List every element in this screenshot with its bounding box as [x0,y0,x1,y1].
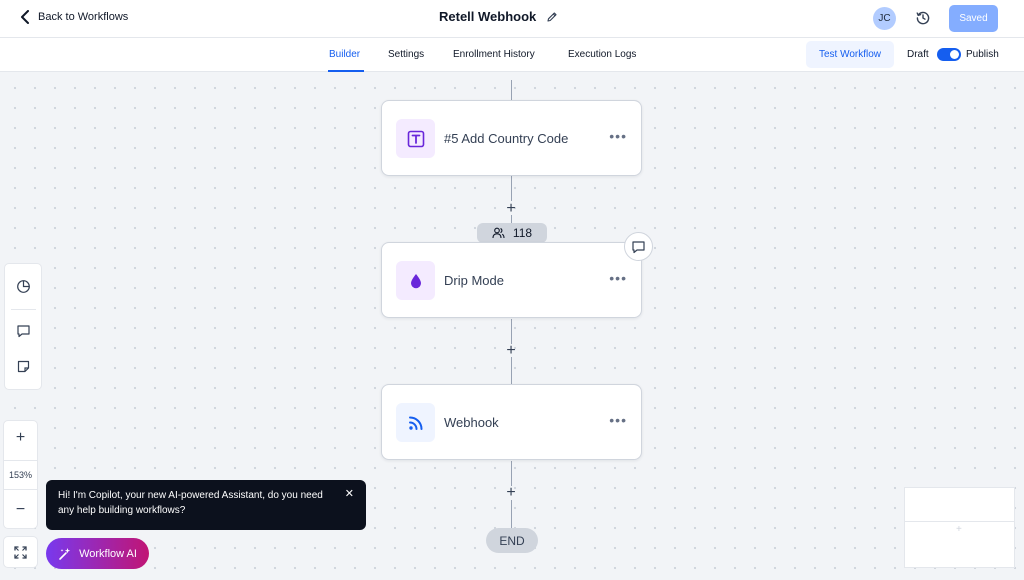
tab-settings[interactable]: Settings [388,49,424,60]
connector-line [511,176,512,201]
copilot-message: Hi! I'm Copilot, your new AI-powered Ass… [58,490,323,516]
publish-toggle[interactable] [937,48,961,61]
workflow-canvas[interactable]: #5 Add Country Code ••• + 118 Drip Mode … [0,72,1024,580]
add-step-button[interactable]: + [504,201,518,217]
text-formatter-icon [396,119,435,158]
connector-line [511,357,512,384]
tab-builder[interactable]: Builder [329,49,360,60]
edit-title-icon[interactable] [546,11,558,23]
top-header: Back to Workflows Retell Webhook JC Save… [0,0,1024,38]
tab-execution-logs[interactable]: Execution Logs [568,49,636,60]
workflow-node-webhook[interactable]: Webhook ••• [381,384,642,460]
workflow-title: Retell Webhook [439,9,537,24]
comment-icon[interactable] [624,232,653,261]
saved-button[interactable]: Saved [949,5,998,32]
zoom-level: 153% [4,460,37,490]
publish-label: Publish [966,49,999,60]
history-icon[interactable] [915,10,931,26]
connector-line [511,319,512,344]
node-label: Drip Mode [444,273,504,288]
connector-line [511,461,512,486]
workflow-title-group: Retell Webhook [439,9,558,24]
more-options-icon[interactable]: ••• [609,129,627,143]
minimap-divider [905,521,1014,522]
connector-line [511,500,512,528]
connector-line [511,80,512,100]
zoom-controls: + 153% − [3,420,38,529]
draft-label: Draft [907,49,929,60]
zoom-in-button[interactable]: + [4,421,37,455]
close-icon[interactable]: ✕ [345,487,354,502]
enrollment-count: 118 [512,226,533,240]
enrollment-count-badge[interactable]: 118 [477,223,547,243]
test-workflow-button[interactable]: Test Workflow [806,41,894,68]
minimap[interactable]: + [904,487,1015,568]
expand-icon [14,545,27,559]
more-options-icon[interactable]: ••• [609,271,627,285]
workflow-node-add-country-code[interactable]: #5 Add Country Code ••• [381,100,642,176]
tab-bar: Builder Settings Enrollment History Exec… [0,38,1024,72]
more-options-icon[interactable]: ••• [609,413,627,427]
chevron-left-icon [21,10,29,24]
workflow-ai-button[interactable]: Workflow AI [46,538,149,569]
workflow-ai-label: Workflow AI [79,547,137,560]
drop-icon [396,261,435,300]
back-to-workflows-link[interactable]: Back to Workflows [20,10,128,24]
end-node: END [486,528,538,553]
pie-chart-icon[interactable] [16,279,31,294]
copilot-tooltip: Hi! I'm Copilot, your new AI-powered Ass… [46,480,366,530]
add-step-button[interactable]: + [504,485,518,501]
tab-enrollment-history[interactable]: Enrollment History [453,49,535,60]
add-step-button[interactable]: + [504,343,518,359]
users-icon [492,227,505,239]
rss-feed-icon [396,403,435,442]
magic-wand-icon [59,547,71,560]
workflow-node-drip-mode[interactable]: Drip Mode ••• [381,242,642,318]
back-label: Back to Workflows [38,11,129,23]
user-avatar[interactable]: JC [873,7,896,30]
minimap-viewport-marker: + [956,524,962,535]
toolbar-divider [11,309,36,310]
fit-view-button[interactable] [3,536,38,568]
zoom-out-button[interactable]: − [4,493,37,527]
node-label: #5 Add Country Code [444,131,569,146]
toggle-knob [950,50,959,59]
comment-icon[interactable] [16,324,31,339]
sticky-note-icon[interactable] [16,359,31,374]
node-label: Webhook [444,415,499,430]
side-toolbar [4,263,42,390]
